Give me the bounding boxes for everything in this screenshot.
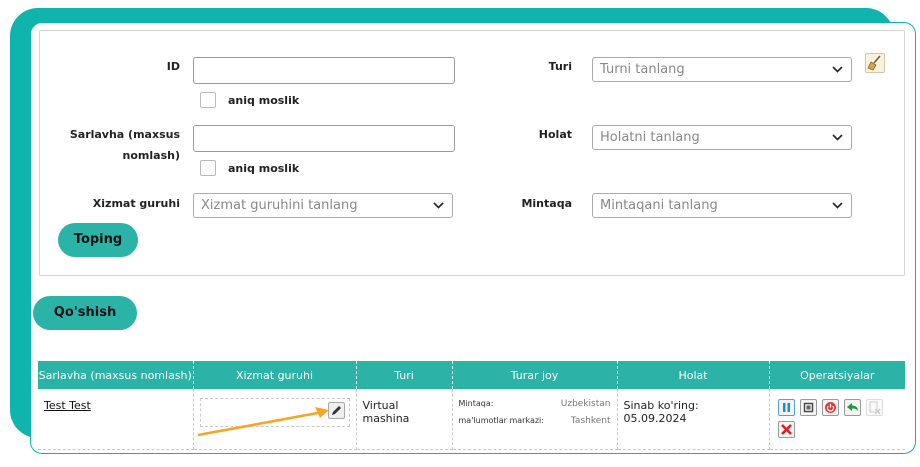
service-group-placeholder: Xizmat guruhini tanlang <box>201 198 358 213</box>
chevron-down-icon <box>832 202 843 209</box>
title-exact-match-checkbox[interactable] <box>200 160 216 176</box>
chevron-down-icon <box>832 134 843 141</box>
disabled-delete-icon <box>865 399 883 416</box>
row-title-link[interactable]: Test Test <box>44 399 91 412</box>
row-location-cell: Mintaqa: Uzbekistan ma'lumotlar markazi:… <box>452 389 618 450</box>
red-x-icon[interactable] <box>777 421 795 438</box>
type-select[interactable]: Turni tanlang <box>592 57 852 82</box>
col-type[interactable]: Turi <box>356 361 453 389</box>
pause-icon[interactable] <box>777 399 795 416</box>
annotation-arrow <box>197 407 329 437</box>
id-input[interactable] <box>193 57 455 84</box>
stop-glyph <box>803 402 813 413</box>
location-region-row: Mintaqa: Uzbekistan <box>459 399 611 409</box>
search-button[interactable]: Toping <box>58 223 138 257</box>
col-location[interactable]: Turar joy <box>452 361 618 389</box>
chevron-down-icon <box>433 202 444 209</box>
row-operations-cell <box>769 389 905 450</box>
location-dc-row: ma'lumotlar markazi: Tashkent <box>459 416 611 426</box>
status-select[interactable]: Holatni tanlang <box>592 125 852 150</box>
id-exact-match-checkbox[interactable] <box>200 92 216 108</box>
row-title-cell: Test Test <box>38 389 194 450</box>
table-header-row: Sarlavha (maxsus nomlash) Xizmat guruhi … <box>38 361 905 389</box>
undo-arrow-icon[interactable] <box>843 399 861 416</box>
pause-glyph <box>782 403 790 412</box>
id-exact-match-label: aniq moslik <box>228 94 300 107</box>
stop-icon[interactable] <box>799 399 817 416</box>
service-group-select[interactable]: Xizmat guruhini tanlang <box>193 193 453 218</box>
red-x-glyph <box>780 424 792 435</box>
location-region-value: Uzbekistan <box>560 399 611 409</box>
service-group-label: Xizmat guruhi <box>92 197 180 210</box>
services-table: Sarlavha (maxsus nomlash) Xizmat guruhi … <box>38 361 905 450</box>
type-label: Turi <box>548 60 572 73</box>
power-glyph <box>824 402 836 413</box>
power-icon[interactable] <box>821 399 839 416</box>
region-label: Mintaqa <box>521 197 572 210</box>
broom-icon[interactable] <box>865 53 885 73</box>
col-operations: Operatsiyalar <box>769 361 905 389</box>
type-placeholder: Turni tanlang <box>600 62 685 77</box>
status-label: Holat <box>538 128 572 141</box>
location-dc-value: Tashkent <box>570 416 611 426</box>
location-region-label: Mintaqa: <box>458 399 494 408</box>
title-exact-match-label: aniq moslik <box>228 162 300 175</box>
operations-group <box>776 399 900 438</box>
title-label: Sarlavha (maxsus nomlash) <box>69 128 180 162</box>
status-placeholder: Holatni tanlang <box>600 130 700 145</box>
location-dc-label: ma'lumotlar markazi: <box>458 416 544 425</box>
region-placeholder: Mintaqani tanlang <box>600 198 718 213</box>
chevron-down-icon <box>832 66 843 73</box>
row-status-cell: Sinab ko'ring: 05.09.2024 <box>617 389 770 450</box>
col-status[interactable]: Holat <box>617 361 770 389</box>
filter-panel: ID aniq moslik Sarlavha (maxsus nomlash)… <box>39 30 905 276</box>
undo-arrow-glyph <box>846 403 858 411</box>
main-card: ID aniq moslik Sarlavha (maxsus nomlash)… <box>30 22 916 454</box>
broom-glyph <box>867 55 881 71</box>
disabled-delete-glyph <box>869 401 880 415</box>
col-title[interactable]: Sarlavha (maxsus nomlash) <box>38 361 194 389</box>
region-select[interactable]: Mintaqani tanlang <box>592 193 852 218</box>
add-button[interactable]: Qo'shish <box>33 296 137 330</box>
id-label: ID <box>166 60 180 73</box>
table-row: Test Test Virtual mashina Mintaqa: Uzbek… <box>38 389 905 450</box>
col-service-group[interactable]: Xizmat guruhi <box>193 361 357 389</box>
title-input[interactable] <box>193 125 455 152</box>
row-type-cell: Virtual mashina <box>356 389 453 450</box>
